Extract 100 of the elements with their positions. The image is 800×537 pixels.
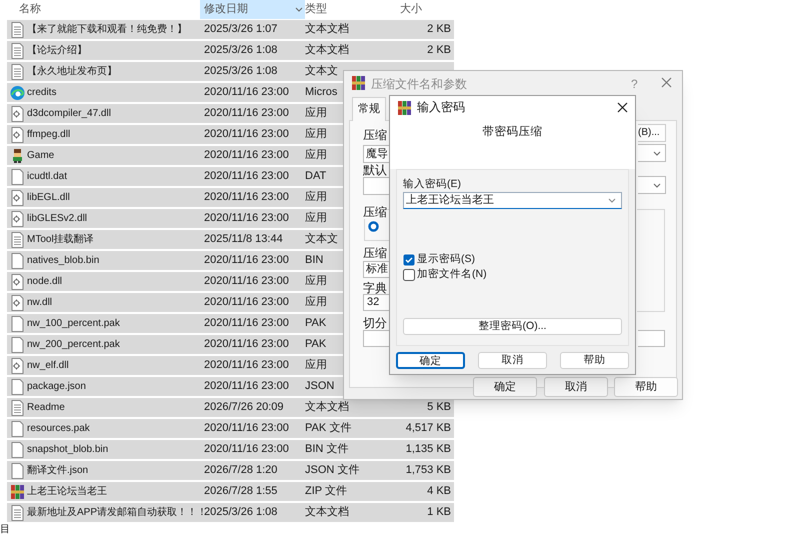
file-name: credits: [27, 86, 56, 100]
gear-file-icon: [10, 126, 25, 142]
chevron-down-icon: [653, 150, 661, 156]
checkbox-checked[interactable]: [403, 254, 415, 266]
file-type: JSON: [305, 380, 334, 392]
file-type: 应用: [305, 191, 327, 204]
file-date: 2020/11/16 23:00: [204, 107, 289, 120]
file-row[interactable]: Readme 2026/7/26 20:09 文本文档 5 KB: [7, 398, 454, 417]
file-size: 2 KB: [427, 43, 451, 58]
file-row[interactable]: 上老王论坛当老王 2026/7/28 1:55 ZIP 文件 4 KB: [7, 482, 454, 501]
gear-file-icon: [10, 274, 25, 290]
dropdown-field[interactable]: [363, 177, 390, 195]
column-header[interactable]: 类型: [305, 0, 400, 19]
gear-file-icon: [10, 210, 25, 226]
file-row[interactable]: 最新地址及APP请发邮箱自动获取！！！2025/3/26 1:08 文本文档 1 KB: [7, 503, 454, 522]
dropdown-field[interactable]: [638, 176, 666, 194]
browse-button[interactable]: (B)...: [638, 124, 666, 142]
book-stack-icon: [351, 75, 366, 90]
gear-file-icon: [10, 358, 25, 374]
file-date: 2020/11/16 23:00: [204, 275, 289, 288]
gear-file-icon: [10, 106, 25, 122]
file-name: 【论坛介绍】: [27, 44, 87, 58]
file-type: BIN 文件: [305, 443, 348, 456]
column-header[interactable]: 修改日期: [200, 0, 305, 19]
column-header[interactable]: 名称: [0, 0, 200, 19]
file-name: MTool挂载翻译: [27, 232, 94, 247]
document-icon: [10, 232, 25, 248]
file-name: Readme: [27, 401, 65, 415]
file-row[interactable]: 【来了就能下载和观看！纯免费！】 2025/3/26 1:07 文本文档 2 KB: [7, 20, 454, 39]
file-date: 2025/3/26 1:08: [204, 506, 278, 518]
swirl-icon: [10, 84, 25, 100]
dialog-button[interactable]: 帮助: [614, 377, 678, 397]
file-date: 2020/11/16 23:00: [204, 86, 289, 98]
file-date: 2020/11/16 23:00: [204, 380, 289, 392]
file-date: 2020/11/16 23:00: [204, 296, 289, 308]
file-name: 上老王论坛当老王: [27, 484, 107, 499]
tab[interactable]: 常规: [352, 97, 386, 121]
file-name: 翻译文件.json: [27, 464, 88, 478]
file-icon: [10, 462, 25, 478]
file-date: 2025/11/8 13:44: [204, 233, 283, 246]
file-date: 2020/11/16 23:00: [204, 170, 289, 182]
file-name: nw_elf.dll: [27, 359, 69, 373]
dialog-button[interactable]: 确定: [473, 377, 537, 397]
file-row[interactable]: 【论坛介绍】 2025/3/26 1:08 文本文档 2 KB: [7, 41, 454, 60]
file-icon: [10, 336, 25, 352]
file-type: ZIP 文件: [305, 485, 347, 498]
file-icon: [10, 316, 25, 332]
dialog-subtitle: 带密码压缩: [482, 124, 542, 140]
file-icon: [10, 378, 25, 394]
password-combobox[interactable]: 上老王论坛当老王: [403, 192, 622, 209]
file-date: 2020/11/16 23:00: [204, 254, 289, 266]
file-row[interactable]: snapshot_blob.bin 2020/11/16 23:00 BIN 文件 1,135 KB: [7, 440, 454, 459]
file-name: libGLESv2.dll: [27, 212, 88, 226]
file-size: 4,517 KB: [406, 421, 451, 436]
organize-button[interactable]: 整理密码(O)...: [403, 318, 622, 335]
dropdown-field[interactable]: 标准: [363, 261, 390, 278]
file-name: nw_100_percent.pak: [27, 317, 120, 331]
file-row[interactable]: 翻译文件.json 2026/7/28 1:20 JSON 文件 1,753 KB: [7, 461, 454, 480]
status-text: 目: [0, 524, 10, 535]
chevron-down-icon: [608, 198, 616, 203]
file-date: 2020/11/16 23:00: [204, 128, 289, 140]
dropdown-field[interactable]: [638, 144, 666, 162]
checkbox[interactable]: [403, 269, 415, 281]
file-name: Game: [27, 149, 54, 163]
file-icon: [10, 420, 25, 436]
file-type: 应用: [305, 212, 327, 224]
dialog-button[interactable]: 确定: [396, 352, 465, 369]
book-stack-icon: [397, 100, 412, 114]
radio-checked-icon[interactable]: [368, 221, 379, 232]
document-icon: [10, 42, 25, 58]
file-type: 应用: [305, 359, 327, 372]
file-type: 应用: [305, 107, 327, 120]
file-type: 文本文档: [305, 506, 349, 518]
file-row[interactable]: resources.pak 2020/11/16 23:00 PAK 文件 4,517 KB: [7, 419, 454, 438]
file-name: resources.pak: [27, 422, 90, 436]
close-icon: [661, 77, 672, 88]
dialog-button[interactable]: 取消: [544, 377, 608, 397]
file-type: PAK: [305, 317, 326, 330]
file-date: 2020/11/16 23:00: [204, 422, 289, 434]
column-header[interactable]: 大小: [400, 0, 800, 19]
dialog-button[interactable]: 取消: [478, 352, 547, 369]
file-name: node.dll: [27, 275, 62, 289]
file-type: 文本文: [305, 65, 338, 78]
input-field[interactable]: 魔导: [363, 145, 390, 163]
file-type: 文本文: [305, 233, 338, 246]
file-name: nw.dll: [27, 296, 52, 310]
file-type: 应用: [305, 296, 327, 308]
file-date: 2025/3/26 1:08: [204, 65, 278, 78]
file-size: 4 KB: [427, 484, 451, 500]
file-name: libEGL.dll: [27, 191, 70, 205]
file-type: 应用: [305, 128, 327, 140]
file-name: nw_200_percent.pak: [27, 338, 120, 352]
dropdown-field[interactable]: [363, 330, 390, 347]
file-type: BIN: [305, 254, 324, 266]
dropdown-field[interactable]: 32: [363, 294, 390, 311]
field-label: 压缩: [363, 128, 387, 142]
file-type: PAK: [305, 338, 326, 350]
dialog-button[interactable]: 帮助: [560, 352, 629, 369]
file-type: DAT: [305, 170, 326, 182]
input-field[interactable]: [638, 330, 665, 347]
